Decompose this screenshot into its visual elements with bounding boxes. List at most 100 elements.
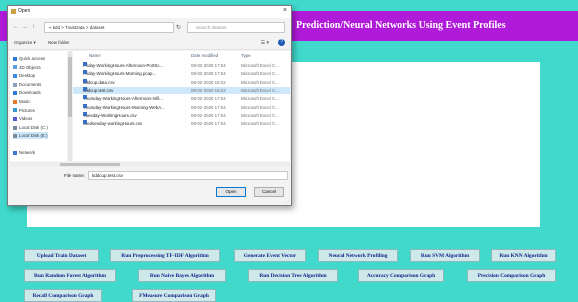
file-type: Microsoft Excel C... [241,63,279,68]
run-svm-algorithm-button[interactable]: Run SVM Algorithm [410,249,480,262]
file-row[interactable]: kddcup.data.csv 08-02-2020 18:22 Microsoft… [73,78,290,86]
file-name-cell: Wednesday-workingHours.csv [83,120,187,127]
app-icon [11,9,16,14]
filename-input[interactable]: kddcup.test.csv [88,171,288,180]
forward-arrow-icon[interactable]: → [22,24,28,30]
run-naive-bayes-algorithm-button[interactable]: Run Naive Bayes Algorithm [138,269,226,282]
dialog-title: Open [18,8,31,14]
recall-comparison-graph-button[interactable]: Recall Comparison Graph [24,289,102,302]
file-date: 08-02-2020 18:22 [191,87,226,93]
app-title: Prediction/Neural Networks Using Event P… [296,20,506,31]
music-icon [13,99,17,104]
file-list-header: Name Date modified Type [73,51,290,60]
nav-scrollbar[interactable] [68,51,72,161]
accuracy-comparison-graph-button[interactable]: Accuracy Comparison Graph [358,269,444,282]
file-name-cell: Thursday-WorkingHours-Morning-WebA... [83,103,187,111]
file-row[interactable]: Wednesday-workingHours.csv 08-02-2020 17:… [73,120,290,127]
picture-icon [13,108,17,113]
close-icon[interactable]: × [283,7,287,14]
file-date: 08-02-2020 17:04 [191,112,226,118]
back-arrow-icon[interactable]: ← [13,24,19,30]
open-button[interactable]: Open [216,187,246,197]
nav-item-documents[interactable]: Documents [13,81,41,88]
new-folder-button[interactable]: New folder [48,40,70,45]
file-type: Microsoft Excel C... [241,112,279,118]
nav-item-desktop[interactable]: Desktop [13,72,35,79]
csv-file-icon [83,111,87,116]
fmeasure-comparison-graph-button[interactable]: FMeasure Comparison Graph [132,289,216,302]
nav-item-label: Videos [19,116,33,122]
file-row[interactable]: Friday-WorkingHours-Morning.pcap... 08-02… [73,70,290,77]
nav-item-label: Quick access [19,56,46,61]
file-name: Friday-WorkingHours-Afternoon-PortSc... [83,63,164,68]
address-bar[interactable]: « kdd > TrainData > dataset [44,22,174,33]
csv-file-icon [83,120,87,125]
file-row[interactable]: Thursday-WorkingHours-Morning-WebA... 08-… [73,103,290,111]
run-knn-algorithm-button[interactable]: Run KNN Algorithm [491,249,556,262]
nav-item-videos[interactable]: Videos [13,115,32,122]
nav-item-music[interactable]: Music [13,98,30,105]
file-name: Tuesday-WorkingHours.csv [83,112,137,118]
cube-icon [13,65,17,70]
upload-train-dataset-button[interactable]: Upload Train Dataset [24,249,99,262]
nav-item-label: Music [19,99,31,104]
file-name-cell: Friday-WorkingHours-Afternoon-PortSc... [83,62,187,69]
cancel-button[interactable]: Cancel [254,187,284,197]
download-icon [13,91,17,96]
run-preprocessing-tf-idf-algorithm-button[interactable]: Run Preprocessing TF-IDF Algorithm [110,249,220,262]
csv-file-icon [83,86,87,91]
column-header-name[interactable]: Name [89,51,101,60]
address-bar-row: ← → ↑ « kdd > TrainData > dataset ↻ Sear… [8,19,291,36]
nav-item-label: Desktop [19,73,36,79]
column-header-type[interactable]: Type [241,51,251,60]
file-type: Microsoft Excel C... [241,96,279,102]
organize-menu[interactable]: Organize ▾ [14,40,36,46]
network-icon [13,150,17,155]
refresh-icon[interactable]: ↻ [176,24,181,31]
file-row[interactable]: Friday-WorkingHours-Afternoon-PortSc... 0… [73,62,290,69]
drive-icon [13,134,17,139]
file-row[interactable]: kddcup.test.csv 08-02-2020 18:22 Microsoft… [73,86,290,94]
scrollbar-thumb[interactable] [68,57,72,117]
nav-item-quick-access[interactable]: Quick access [13,55,45,62]
run-random-forest-algorithm-button[interactable]: Run Random Forest Algorithm [24,269,116,282]
precision-comparison-graph-button[interactable]: Precision Comparison Graph [467,269,556,282]
up-arrow-icon[interactable]: ↑ [32,24,35,30]
file-name-cell: kddcup.data.csv [83,78,187,86]
column-header-date[interactable]: Date modified [191,51,218,60]
file-type: Microsoft Excel C... [241,71,279,77]
nav-item-local-disk-e[interactable]: Local Disk (E:) [13,132,48,140]
file-type: Microsoft Excel C... [241,121,279,127]
file-name-cell: Friday-WorkingHours-Morning.pcap... [83,70,187,77]
file-row[interactable]: Tuesday-WorkingHours.csv 08-02-2020 17:04… [73,111,290,119]
nav-item-network[interactable]: Network [13,149,35,156]
drive-icon [13,125,17,130]
nav-item-label: Downloads [19,90,41,96]
view-options-icon[interactable]: ☰ ▾ [261,40,269,46]
run-decision-tree-algorithm-button[interactable]: Run Decision Tree Algorithm [248,269,338,282]
file-type: Microsoft Excel C... [241,79,279,85]
nav-item-3d-objects[interactable]: 3D Objects [13,64,41,71]
desktop-icon [13,74,17,79]
nav-item-label: Pictures [19,107,35,113]
nav-item-pictures[interactable]: Pictures [13,107,35,114]
dialog-toolbar: Organize ▾ New folder ☰ ▾ ? [8,37,291,50]
scrollbar-thumb[interactable] [60,163,120,166]
filename-label: File name: [64,173,86,178]
help-icon[interactable]: ? [278,39,285,46]
nav-item-label: Network [19,150,36,155]
file-name: Thursday-WorkingHours-Afternoon-Infil... [83,96,163,102]
generate-event-vector-button[interactable]: Generate Event Vector [234,249,306,262]
nav-item-downloads[interactable]: Downloads [13,89,41,96]
resize-grip-icon[interactable]: ⋰ [285,199,289,204]
nav-item-local-disk-c[interactable]: Local Disk (C:) [13,124,48,131]
nav-item-label: Documents [19,81,42,87]
file-date: 08-02-2020 17:04 [191,96,226,102]
search-input[interactable]: Search dataset [187,22,285,33]
horizontal-scrollbar[interactable] [10,162,290,167]
neural-network-profiling-button[interactable]: Neural Network Profiling [318,249,398,262]
dialog-title-bar[interactable]: Open × [8,6,291,18]
file-row[interactable]: Thursday-WorkingHours-Afternoon-Infil...… [73,95,290,102]
csv-file-icon [83,78,87,83]
file-name: kddcup.test.csv [83,87,114,93]
